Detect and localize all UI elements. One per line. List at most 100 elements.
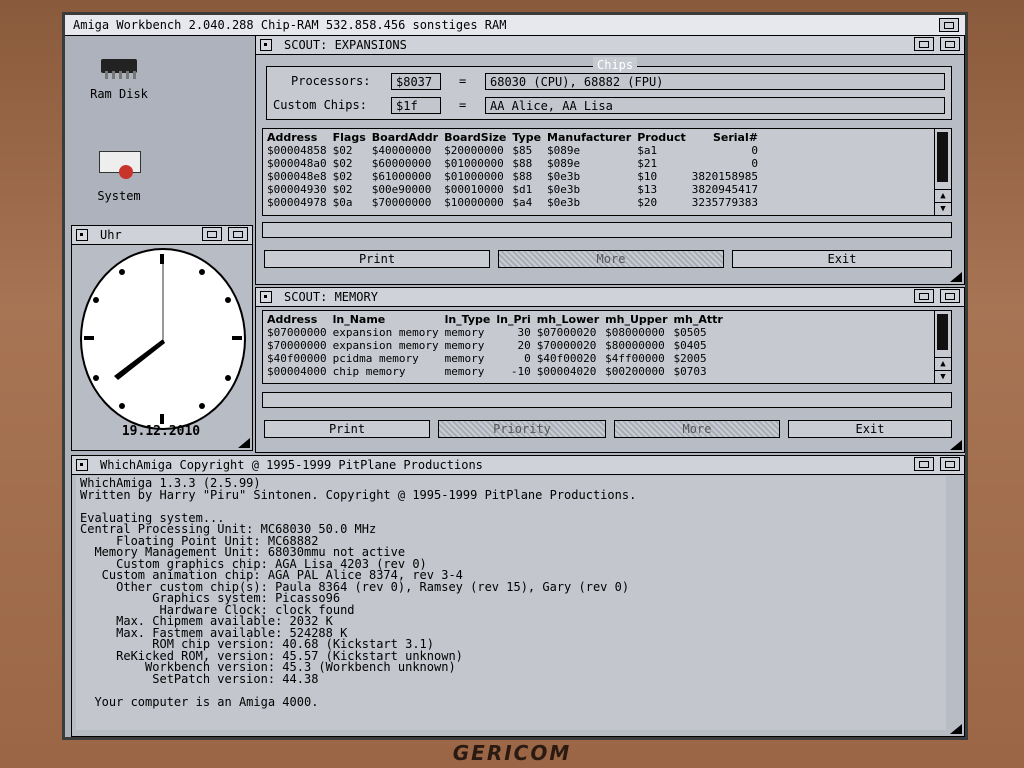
scout-expansions-window[interactable]: SCOUT: EXPANSIONS Chips Processors: $803…	[255, 35, 965, 285]
ram-disk-icon-item[interactable]: Ram Disk	[79, 55, 159, 101]
clock-date: 19.12.2010	[121, 424, 201, 439]
expansions-list[interactable]: Address Flags BoardAddr BoardSize Type Manu…	[262, 128, 952, 216]
clock-title-bar[interactable]: Uhr	[72, 226, 252, 245]
close-icon[interactable]	[260, 291, 272, 303]
whichamiga-title-bar[interactable]: WhichAmiga Copyright @ 1995-1999 PitPlan…	[72, 456, 964, 475]
priority-button[interactable]: Priority	[438, 420, 606, 438]
resize-icon[interactable]	[950, 272, 962, 282]
equals-sign: =	[459, 74, 467, 88]
ram-disk-label: Ram Disk	[90, 87, 148, 101]
table-cell: $000048e8	[267, 170, 327, 183]
memory-list[interactable]: Address ln_Name ln_Type ln_Pri mh_Lower mh_…	[262, 310, 952, 384]
table-cell: $01000000	[444, 157, 504, 170]
scroll-down-icon[interactable]: ▼	[935, 370, 951, 383]
table-row[interactable]: $00004978 $0a $70000000 $10000000 $a4 $0e3b $2…	[267, 196, 764, 209]
close-icon[interactable]	[76, 229, 88, 241]
exit-button[interactable]: Exit	[788, 420, 952, 438]
table-cell: $0703	[673, 365, 707, 378]
depth-icon[interactable]	[228, 227, 248, 241]
close-icon[interactable]	[260, 39, 272, 51]
scroll-up-icon[interactable]: ▲	[935, 189, 951, 202]
scroll-up-icon[interactable]: ▲	[935, 357, 951, 370]
table-cell: 30	[517, 326, 531, 339]
more-button[interactable]: More	[498, 250, 724, 268]
table-cell: $a1	[637, 144, 658, 157]
depth-icon[interactable]	[940, 289, 960, 303]
table-cell: memory	[444, 326, 485, 339]
expansions-info-bar	[262, 222, 952, 238]
table-row[interactable]: $00004930 $02 $00e90000 $00010000 $d1 $0e3b $1…	[267, 183, 764, 196]
analog-clock	[80, 248, 246, 430]
table-cell: $07000020	[536, 326, 597, 339]
chip-icon	[95, 55, 143, 79]
workbench-title: Amiga Workbench 2.040.288 Chip-RAM 532.8…	[73, 18, 507, 32]
table-cell: 20	[517, 339, 531, 352]
table-row[interactable]: $000048e8 $02 $61000000 $01000000 $88 $0e3b $1…	[267, 170, 764, 183]
console-line: SetPatch version: 44.38	[80, 671, 319, 686]
chips-group: Chips Processors: $8037 = 68030 (CPU), 6…	[266, 57, 952, 120]
zoom-icon[interactable]	[202, 227, 222, 241]
table-cell: $13	[637, 183, 658, 196]
table-row[interactable]: $70000000 expansion memory memory 20 $700000…	[267, 339, 729, 352]
monitor-brand-logo: GERICOM	[452, 741, 572, 765]
table-cell: pcidma memory	[332, 352, 419, 365]
whichamiga-title: WhichAmiga Copyright @ 1995-1999 PitPlan…	[100, 458, 483, 472]
memory-scrollbar[interactable]: ▲ ▼	[934, 311, 951, 383]
expansions-title: SCOUT: EXPANSIONS	[284, 38, 407, 52]
clock-window[interactable]: Uhr 19.12.2010	[71, 225, 253, 451]
scroll-down-icon[interactable]: ▼	[935, 202, 951, 215]
custom-chips-desc: AA Alice, AA Lisa	[485, 97, 945, 114]
disk-drive-icon	[95, 147, 143, 181]
exit-button[interactable]: Exit	[732, 250, 952, 268]
table-cell: $089e	[547, 157, 581, 170]
print-button[interactable]: Print	[264, 250, 490, 268]
table-cell: memory	[444, 339, 485, 352]
table-row[interactable]: $40f00000 pcidma memory memory 0 $40f00020 $4…	[267, 352, 729, 365]
table-cell: 0	[524, 352, 531, 365]
scout-memory-window[interactable]: SCOUT: MEMORY Address ln_Name ln_Type ln_P…	[255, 287, 965, 453]
table-cell: 0	[751, 157, 758, 170]
depth-gadget-icon[interactable]	[939, 18, 959, 32]
table-cell: $85	[512, 144, 533, 157]
table-cell: $02	[332, 144, 353, 157]
table-cell: $00010000	[444, 183, 504, 196]
console-line: Your computer is an Amiga 4000.	[80, 694, 319, 709]
close-icon[interactable]	[76, 459, 88, 471]
zoom-icon[interactable]	[914, 37, 934, 51]
print-button[interactable]: Print	[264, 420, 430, 438]
table-cell: $10000000	[444, 196, 504, 209]
depth-icon[interactable]	[940, 37, 960, 51]
table-row[interactable]: $07000000 expansion memory memory 30 $070000…	[267, 326, 729, 339]
zoom-icon[interactable]	[914, 289, 934, 303]
table-row[interactable]: $000048a0 $02 $60000000 $01000000 $88 $089e $2…	[267, 157, 764, 170]
console-output[interactable]: WhichAmiga 1.3.3 (2.5.99) Written by Harr…	[76, 476, 946, 730]
custom-chips-value: $1f	[391, 97, 441, 114]
table-row[interactable]: $00004000 chip memory memory -10 $00004020 $0…	[267, 365, 729, 378]
table-cell: expansion memory	[332, 326, 439, 339]
resize-icon[interactable]	[950, 440, 962, 450]
table-cell: $20000000	[444, 144, 504, 157]
table-cell: $88	[512, 170, 533, 183]
table-cell: $0505	[673, 326, 707, 339]
table-cell: $88	[512, 157, 533, 170]
table-cell: $02	[332, 157, 353, 170]
whichamiga-window[interactable]: WhichAmiga Copyright @ 1995-1999 PitPlan…	[71, 455, 965, 737]
resize-icon[interactable]	[238, 438, 250, 448]
expansions-scrollbar[interactable]: ▲ ▼	[934, 129, 951, 215]
table-cell: $0a	[332, 196, 353, 209]
memory-title-bar[interactable]: SCOUT: MEMORY	[256, 288, 964, 307]
scroll-thumb[interactable]	[937, 314, 948, 350]
table-row[interactable]: $00004858 $02 $40000000 $20000000 $85 $089e $a…	[267, 144, 764, 157]
table-cell: $00004000	[267, 365, 327, 378]
more-button[interactable]: More	[614, 420, 780, 438]
table-cell: $a4	[512, 196, 533, 209]
depth-icon[interactable]	[940, 457, 960, 471]
expansions-title-bar[interactable]: SCOUT: EXPANSIONS	[256, 36, 964, 55]
system-icon-item[interactable]: System	[79, 147, 159, 203]
table-cell: $0e3b	[547, 183, 581, 196]
scroll-thumb[interactable]	[937, 132, 948, 182]
resize-icon[interactable]	[950, 724, 962, 734]
table-cell: $4ff00000	[605, 352, 665, 365]
zoom-icon[interactable]	[914, 457, 934, 471]
table-cell: $0405	[673, 339, 707, 352]
